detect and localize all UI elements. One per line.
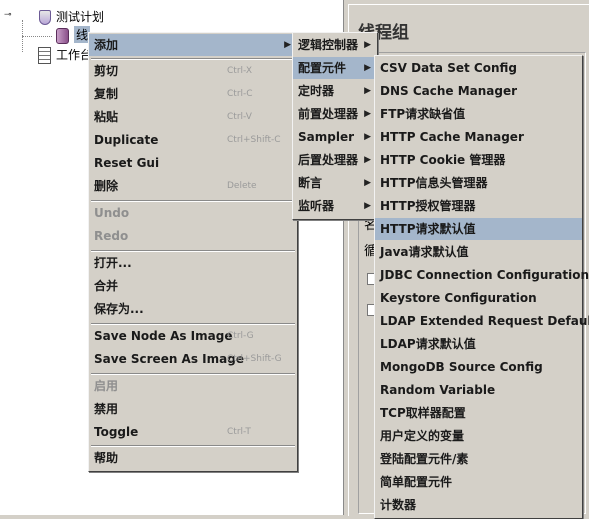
config-item-java-request-defaults[interactable]: Java请求默认值 [375,241,582,263]
submenu-item-pre-processor[interactable]: 前置处理器 ▶ [293,103,377,125]
workbench-icon [36,46,52,64]
submenu-arrow-icon: ▶ [364,63,371,73]
menu-item-undo: Undo [94,206,130,220]
menu-item-help[interactable]: 帮助 [89,447,297,469]
context-menu: 添加 ▶ 剪切 Ctrl-X 复制 Ctrl-C 粘贴 Ctrl-V Duplicat… [88,32,298,472]
config-element-submenu: CSV Data Set Config DNS Cache Manager FT… [374,55,589,519]
config-item-ldap-request-defaults[interactable]: LDAP请求默认值 [375,333,582,355]
submenu-arrow-icon: ▶ [364,178,371,188]
submenu-item-listener[interactable]: 监听器 ▶ [293,195,377,217]
submenu-arrow-icon: ▶ [284,40,291,50]
menu-item-reset-gui[interactable]: Reset Gui [89,152,297,174]
config-item-keystore[interactable]: Keystore Configuration [375,287,582,309]
submenu-item-post-processor[interactable]: 后置处理器 ▶ [293,149,377,171]
menu-item-open[interactable]: 打开... [89,252,297,274]
menu-item-save-node-image[interactable]: Save Node As Image Ctrl-G [89,325,297,347]
submenu-arrow-icon: ▶ [364,109,371,119]
config-item-http-cache-manager[interactable]: HTTP Cache Manager [375,126,582,148]
test-plan-flask-icon [36,9,52,25]
config-item-user-defined-variables[interactable]: 用户定义的变量 [375,425,582,447]
config-item-csv-data-set[interactable]: CSV Data Set Config [375,57,582,79]
config-item-random-variable[interactable]: Random Variable [375,379,582,401]
menu-item-paste[interactable]: 粘贴 Ctrl-V [89,106,297,128]
menu-item-add[interactable]: 添加 ▶ [89,34,297,56]
submenu-arrow-icon: ▶ [364,201,371,211]
config-item-http-auth-manager[interactable]: HTTP授权管理器 [375,195,582,217]
submenu-item-logic-controller[interactable]: 逻辑控制器 ▶ [293,34,377,56]
menu-item-toggle[interactable]: Toggle Ctrl-T [89,421,297,443]
menu-item-redo: Redo [94,229,129,243]
submenu-item-config-element[interactable]: 配置元件 ▶ [293,57,377,79]
menu-item-save-as[interactable]: 保存为... [89,298,297,320]
tree-node-workbench[interactable]: 工作台 [36,46,93,64]
config-item-dns-cache-manager[interactable]: DNS Cache Manager [375,80,582,102]
submenu-arrow-icon: ▶ [364,132,371,142]
config-item-jdbc-connection[interactable]: JDBC Connection Configuration [375,264,589,286]
config-item-http-cookie-manager[interactable]: HTTP Cookie 管理器 [375,149,582,171]
tree-node-test-plan[interactable]: 测试计划 [36,8,104,25]
submenu-item-sampler[interactable]: Sampler ▶ [293,126,377,148]
tree-connector [22,36,52,38]
submenu-item-timer[interactable]: 定时器 ▶ [293,80,377,102]
config-item-mongodb-source[interactable]: MongoDB Source Config [375,356,582,378]
config-item-ldap-extended-defaults[interactable]: LDAP Extended Request Defaults [375,310,589,332]
config-item-tcp-sampler-config[interactable]: TCP取样器配置 [375,402,582,424]
menu-item-copy[interactable]: 复制 Ctrl-C [89,83,297,105]
add-submenu: 逻辑控制器 ▶ 配置元件 ▶ 定时器 ▶ 前置处理器 ▶ Sampler ▶ 后置处理器 ▶… [292,32,378,220]
config-item-http-header-manager[interactable]: HTTP信息头管理器 [375,172,582,194]
thread-group-icon [54,27,70,44]
menu-item-duplicate[interactable]: Duplicate Ctrl+Shift-C [89,129,297,151]
tree-node-label: 工作台 [56,48,93,62]
collapse-handle-icon[interactable]: ⊸ [4,10,14,20]
menu-item-disable[interactable]: 禁用 [89,398,297,420]
submenu-item-assertion[interactable]: 断言 ▶ [293,172,377,194]
tree-node-thread-group[interactable]: 线 [54,26,91,44]
menu-item-save-screen-image[interactable]: Save Screen As Image Ctrl+Shift-G [89,348,297,370]
config-item-counter[interactable]: 计数器 [375,494,582,516]
menu-item-cut[interactable]: 剪切 Ctrl-X [89,60,297,82]
submenu-arrow-icon: ▶ [364,155,371,165]
menu-item-enable: 启用 [94,379,119,393]
submenu-arrow-icon: ▶ [364,86,371,96]
submenu-arrow-icon: ▶ [364,40,371,50]
config-item-simple-config[interactable]: 简单配置元件 [375,471,582,493]
menu-item-delete[interactable]: 删除 Delete [89,175,297,197]
config-item-ftp-defaults[interactable]: FTP请求缺省值 [375,103,582,125]
config-item-http-request-defaults[interactable]: HTTP请求默认值 [375,218,582,240]
menu-item-merge[interactable]: 合并 [89,275,297,297]
tree-node-label: 测试计划 [56,10,105,24]
config-item-login-config[interactable]: 登陆配置元件/素 [375,448,582,470]
